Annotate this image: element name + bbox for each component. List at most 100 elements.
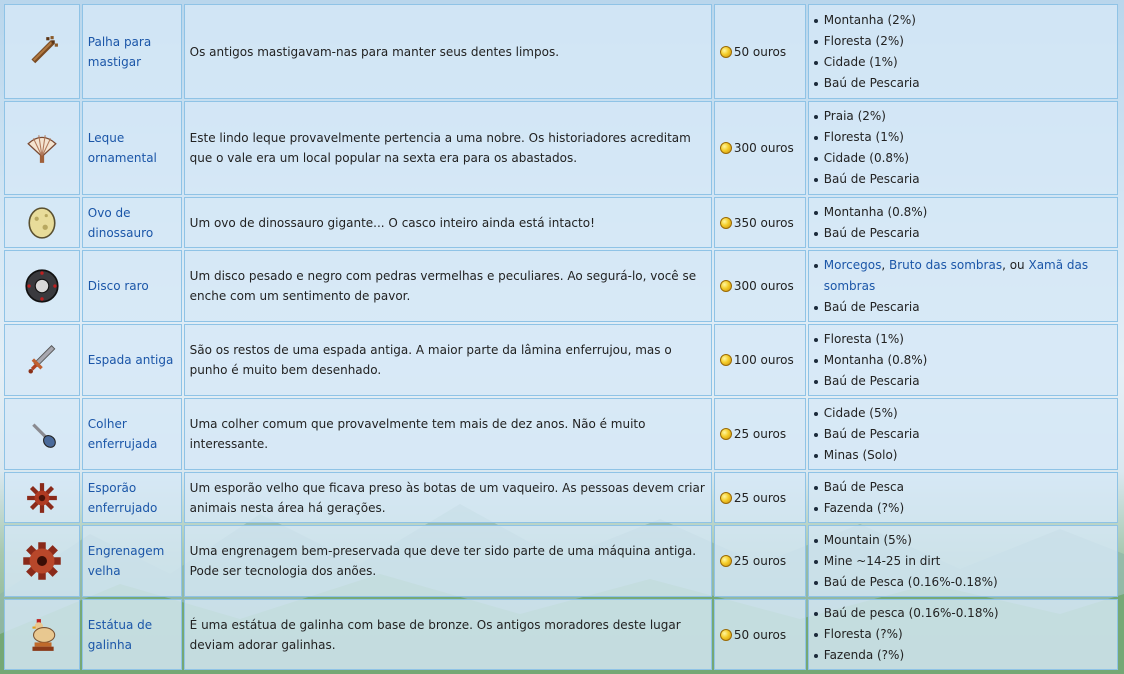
- item-name-link[interactable]: Esporão enferrujado: [88, 481, 158, 515]
- item-price-cell: 350 ouros: [713, 197, 806, 248]
- item-description: Os antigos mastigavam-nas para manter se…: [183, 4, 712, 99]
- item-name-link[interactable]: Espada antiga: [88, 353, 174, 367]
- item-name-cell: Ovo de dinossauro: [81, 197, 182, 248]
- dinosaur-egg-icon: [28, 206, 56, 239]
- item-description: Um esporão velho que ficava preso às bot…: [183, 472, 712, 523]
- separator: ,: [881, 257, 889, 272]
- item-price: 50 ouros: [733, 627, 787, 642]
- item-price-cell: 50 ouros: [713, 4, 806, 99]
- drop-link-shadow-brute[interactable]: Bruto das sombras: [889, 258, 1002, 272]
- gold-coin-icon: [719, 354, 732, 366]
- item-name-link[interactable]: Estátua de galinha: [88, 618, 152, 652]
- item-name-cell: Espada antiga: [81, 324, 182, 396]
- location-item: Baú de Pescaria: [813, 169, 1112, 190]
- item-price-cell: 25 ouros: [713, 472, 806, 523]
- item-locations-cell: Montanha (0.8%) Baú de Pescaria: [807, 197, 1118, 248]
- table-row: Esporão enferrujado Um esporão velho que…: [4, 472, 1118, 523]
- location-item: Baú de Pescaria: [813, 223, 1112, 244]
- item-image-cell: [4, 599, 80, 670]
- gold-coin-icon: [719, 628, 732, 641]
- item-price-cell: 25 ouros: [713, 525, 806, 597]
- item-price-cell: 50 ouros: [713, 599, 806, 670]
- location-item: Baú de Pescaria: [813, 73, 1112, 94]
- location-item: Baú de Pescaria: [813, 371, 1112, 392]
- location-item: Montanha (0.8%): [813, 202, 1112, 223]
- item-name-cell: Esporão enferrujado: [81, 472, 182, 523]
- item-image-cell: [4, 197, 80, 248]
- item-image-cell: [4, 4, 80, 99]
- item-name-link[interactable]: Colher enferrujada: [88, 417, 158, 451]
- item-name-link[interactable]: Leque ornamental: [88, 131, 157, 165]
- location-item: Cidade (0.8%): [813, 148, 1112, 169]
- table-row: Colher enferrujada Uma colher comum que …: [4, 398, 1118, 470]
- location-item: Floresta (1%): [813, 127, 1112, 148]
- location-item-drops: Morcegos, Bruto das sombras, ou Xamã das…: [813, 255, 1112, 297]
- gold-coin-icon: [719, 45, 732, 58]
- item-name-link[interactable]: Engrenagem velha: [88, 544, 165, 578]
- item-price-cell: 300 ouros: [713, 250, 806, 322]
- table-row: Disco raro Um disco pesado e negro com p…: [4, 250, 1118, 322]
- gold-coin-icon: [719, 491, 732, 504]
- item-locations-cell: Morcegos, Bruto das sombras, ou Xamã das…: [807, 250, 1118, 322]
- table-row: Estátua de galinha É uma estátua de gali…: [4, 599, 1118, 670]
- gold-coin-icon: [719, 142, 732, 154]
- location-item: Floresta (1%): [813, 329, 1112, 350]
- item-name-cell: Disco raro: [81, 250, 182, 322]
- item-name-cell: Engrenagem velha: [81, 525, 182, 597]
- item-image-cell: [4, 101, 80, 195]
- item-locations-cell: Praia (2%) Floresta (1%) Cidade (0.8%) B…: [807, 101, 1118, 195]
- location-item: Fazenda (?%): [813, 498, 1112, 519]
- chewing-stick-icon: [31, 35, 58, 63]
- location-item: Montanha (0.8%): [813, 350, 1112, 371]
- item-name-cell: Estátua de galinha: [81, 599, 182, 670]
- item-locations-cell: Mountain (5%) Mine ~14-25 in dirt Baú de…: [807, 525, 1118, 597]
- item-price: 300 ouros: [733, 279, 794, 293]
- location-item: Baú de Pesca: [813, 477, 1112, 498]
- item-image-cell: [4, 472, 80, 523]
- item-name-link[interactable]: Ovo de dinossauro: [88, 206, 153, 240]
- item-price: 350 ouros: [733, 215, 794, 230]
- item-image-cell: [4, 324, 80, 396]
- item-name-cell: Leque ornamental: [81, 101, 182, 195]
- ancient-sword-icon: [28, 345, 56, 374]
- item-price-cell: 100 ouros: [713, 324, 806, 396]
- item-locations-cell: Baú de pesca (0.16%-0.18%) Floresta (?%)…: [807, 599, 1118, 670]
- item-name-link[interactable]: Palha para mastigar: [88, 35, 151, 69]
- artifact-table: Palha para mastigar Os antigos mastigava…: [2, 2, 1120, 672]
- location-item: Baú de Pescaria: [813, 424, 1112, 445]
- item-price: 25 ouros: [733, 554, 787, 568]
- item-description: Um ovo de dinossauro gigante... O casco …: [183, 197, 712, 248]
- location-item: Montanha (2%): [813, 10, 1112, 31]
- location-item: Mine ~14-25 in dirt: [813, 551, 1112, 572]
- rare-disc-icon: [25, 269, 59, 303]
- item-description: Este lindo leque provavelmente pertencia…: [183, 101, 712, 195]
- item-price: 100 ouros: [733, 353, 794, 367]
- location-item: Cidade (5%): [813, 403, 1112, 424]
- location-item: Mountain (5%): [813, 530, 1112, 551]
- location-item: Baú de pesca (0.16%-0.18%): [813, 603, 1112, 624]
- item-name-link[interactable]: Disco raro: [88, 279, 149, 293]
- gold-coin-icon: [719, 555, 732, 567]
- location-item: Floresta (?%): [813, 624, 1112, 645]
- table-row: Espada antiga São os restos de uma espad…: [4, 324, 1118, 396]
- item-image-cell: [4, 398, 80, 470]
- item-price: 300 ouros: [733, 141, 794, 155]
- item-locations-cell: Cidade (5%) Baú de Pescaria Minas (Solo): [807, 398, 1118, 470]
- item-price: 50 ouros: [733, 44, 787, 59]
- ornamental-fan-icon: [27, 135, 57, 163]
- item-name-cell: Palha para mastigar: [81, 4, 182, 99]
- location-item: Baú de Pescaria: [813, 297, 1112, 318]
- chicken-statue-icon: [32, 618, 56, 651]
- table-row: Ovo de dinossauro Um ovo de dinossauro g…: [4, 197, 1118, 248]
- item-description: São os restos de uma espada antiga. A ma…: [183, 324, 712, 396]
- item-price: 25 ouros: [733, 427, 787, 441]
- item-price-cell: 25 ouros: [713, 398, 806, 470]
- item-price-cell: 300 ouros: [713, 101, 806, 195]
- drop-link-bats[interactable]: Morcegos: [824, 258, 882, 272]
- item-locations-cell: Floresta (1%) Montanha (0.8%) Baú de Pes…: [807, 324, 1118, 396]
- item-image-cell: [4, 250, 80, 322]
- item-price: 25 ouros: [733, 490, 787, 505]
- item-description: Uma colher comum que provavelmente tem m…: [183, 398, 712, 470]
- item-description: É uma estátua de galinha com base de bro…: [183, 599, 712, 670]
- location-item: Minas (Solo): [813, 445, 1112, 466]
